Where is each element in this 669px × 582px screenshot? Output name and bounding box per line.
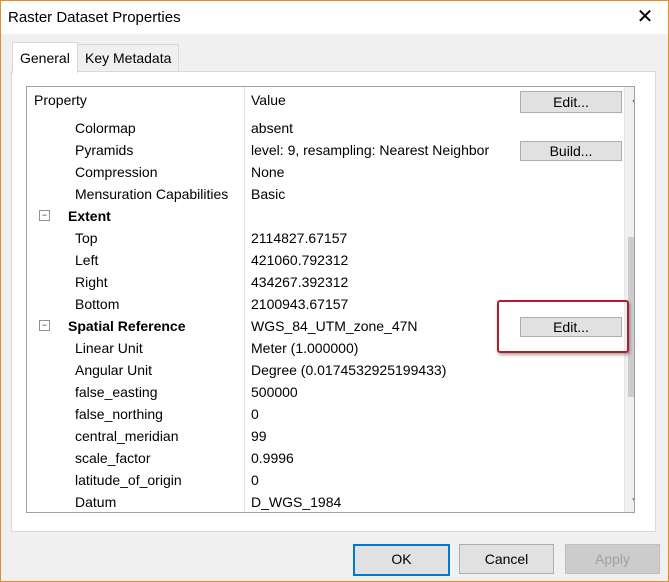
apply-button[interactable]: Apply [565,544,660,574]
column-divider [244,447,245,469]
column-divider [244,183,245,205]
table-row[interactable]: Angular Unit Degree (0.0174532925199433) [27,359,634,381]
property-name: latitude_of_origin [75,472,182,488]
column-divider [244,161,245,183]
tab-general[interactable]: General [12,42,78,73]
property-value: 500000 [251,384,298,400]
table-row[interactable]: Compression None [27,161,634,183]
column-divider [244,425,245,447]
column-divider [244,337,245,359]
table-row[interactable]: Mensuration Capabilities Basic [27,183,634,205]
tab-key-metadata-label: Key Metadata [85,50,172,66]
table-row[interactable]: central_meridian 99 [27,425,634,447]
property-value: absent [251,120,294,136]
table-row[interactable]: Pyramids level: 9, resampling: Nearest N… [27,139,634,161]
property-name: Colormap [75,120,136,136]
property-value: 421060.792312 [251,252,349,268]
grid-header: Property Value Edit... [27,87,634,117]
window-title: Raster Dataset Properties [8,9,181,26]
table-row[interactable]: latitude_of_origin 0 [27,469,634,491]
property-name: false_easting [75,384,158,400]
collapse-icon[interactable]: − [39,320,50,331]
tab-general-label: General [20,50,70,66]
tab-key-metadata[interactable]: Key Metadata [77,44,180,72]
property-value: 0.9996 [251,450,294,466]
property-name: Mensuration Capabilities [75,186,229,202]
property-name: Datum [75,494,117,510]
property-value: 2114827.67157 [251,230,348,246]
table-row[interactable]: Colormap absent [27,117,634,139]
property-value: 0 [251,472,259,488]
table-row[interactable]: Datum D_WGS_1984 [27,491,634,512]
column-divider [244,359,245,381]
property-name: Right [75,274,108,290]
chevron-down-icon[interactable]: ▼ [625,490,634,512]
column-divider [244,491,245,512]
column-divider [244,469,245,491]
property-value: D_WGS_1984 [251,494,342,510]
column-divider [244,293,245,315]
property-name: Compression [75,164,158,180]
column-divider [244,139,245,161]
table-row[interactable]: false_easting 500000 [27,381,634,403]
highlight-annotation [497,300,629,353]
property-value: None [251,164,285,180]
table-row[interactable]: Top 2114827.67157 [27,227,634,249]
property-name: false_northing [75,406,163,422]
property-value: 0 [251,406,259,422]
column-divider [244,315,245,337]
property-name: Left [75,252,99,268]
property-value: Degree (0.0174532925199433) [251,362,447,378]
column-divider [244,227,245,249]
column-divider [244,403,245,425]
title-bar: Raster Dataset Properties ✕ [1,1,668,34]
chevron-up-icon[interactable]: ▲ [625,87,634,109]
property-value: level: 9, resampling: Nearest Neighbor [251,142,490,158]
edit-properties-button[interactable]: Edit... [520,91,622,113]
property-value: WGS_84_UTM_zone_47N [251,318,418,334]
property-name: Pyramids [75,142,134,158]
property-name: Bottom [75,296,120,312]
group-name: Extent [68,208,111,224]
group-row-extent[interactable]: − Extent [27,205,634,227]
close-icon[interactable]: ✕ [630,5,660,29]
build-pyramids-button[interactable]: Build... [520,141,622,161]
dialog-window: Raster Dataset Properties ✕ General Key … [0,0,669,582]
property-value: Meter (1.000000) [251,340,359,356]
property-value: 99 [251,428,267,444]
property-value: 2100943.67157 [251,296,349,312]
table-row[interactable]: scale_factor 0.9996 [27,447,634,469]
value-column-header: Value [251,92,286,108]
column-divider [244,205,245,227]
scrollbar-thumb[interactable] [628,237,634,397]
property-column-header: Property [34,92,87,108]
cancel-button[interactable]: Cancel [459,544,554,574]
column-divider [244,381,245,403]
table-row[interactable]: Right 434267.392312 [27,271,634,293]
table-row[interactable]: Left 421060.792312 [27,249,634,271]
property-name: central_meridian [75,428,179,444]
property-name: Angular Unit [75,362,153,378]
property-name: Linear Unit [75,340,143,356]
property-value: Basic [251,186,286,202]
column-divider [244,117,245,139]
property-value: 434267.392312 [251,274,349,290]
group-name: Spatial Reference [68,318,186,334]
column-divider [244,249,245,271]
ok-button[interactable]: OK [353,544,450,576]
property-name: Top [75,230,98,246]
column-divider [244,87,245,117]
column-divider [244,271,245,293]
property-name: scale_factor [75,450,151,466]
table-row[interactable]: false_northing 0 [27,403,634,425]
collapse-icon[interactable]: − [39,210,50,221]
